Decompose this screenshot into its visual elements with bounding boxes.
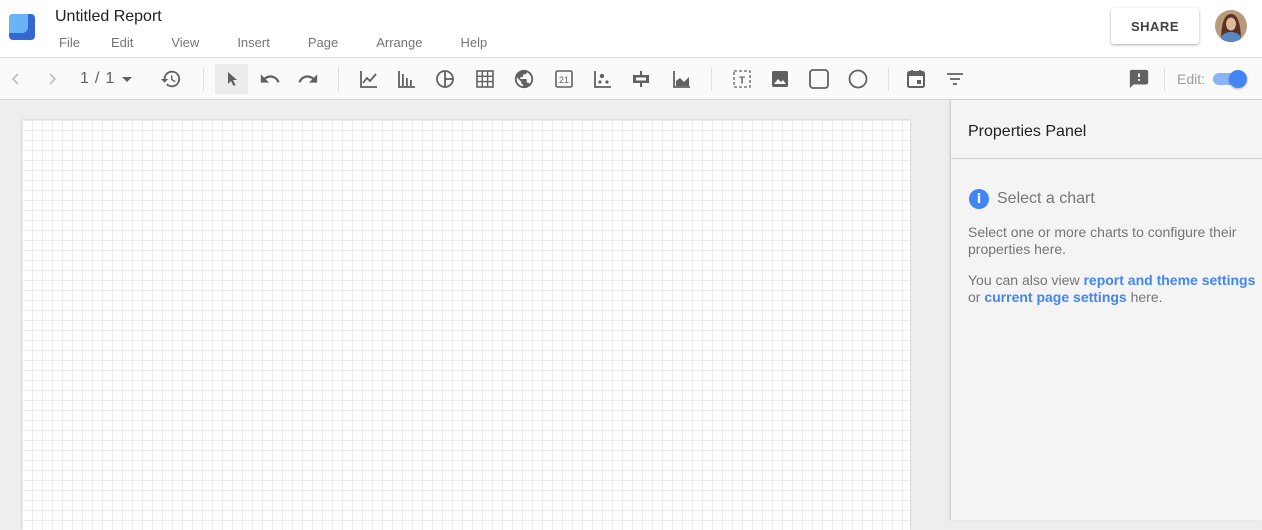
settings-text-prefix: You can also view — [968, 272, 1084, 288]
menu-insert[interactable]: Insert — [237, 35, 270, 50]
table-icon — [475, 69, 495, 89]
add-bullet-chart-button[interactable] — [627, 58, 655, 100]
circle-icon — [847, 68, 869, 90]
chevron-right-icon — [47, 71, 59, 87]
menu-arrange[interactable]: Arrange — [376, 35, 422, 50]
redo-icon — [297, 68, 319, 90]
caret-down-icon[interactable] — [122, 70, 133, 88]
version-history-button[interactable] — [157, 58, 185, 100]
edit-mode-toggle[interactable] — [1211, 70, 1249, 88]
undo-button[interactable] — [256, 58, 284, 100]
add-area-chart-button[interactable] — [668, 58, 696, 100]
add-time-series-button[interactable] — [355, 58, 383, 100]
properties-panel: Properties Panel i Select a chart Select… — [950, 100, 1262, 520]
panel-settings-links: You can also view report and theme setti… — [968, 272, 1258, 306]
add-image-button[interactable] — [766, 58, 794, 100]
feedback-icon — [1128, 68, 1150, 90]
pie-chart-icon — [435, 69, 455, 89]
feedback-button[interactable] — [1125, 58, 1153, 100]
rectangle-icon — [808, 68, 830, 90]
add-pie-chart-button[interactable] — [431, 58, 459, 100]
bullet-chart-icon — [631, 69, 651, 89]
filter-icon — [945, 69, 965, 89]
menu-edit[interactable]: Edit — [111, 35, 133, 50]
info-title: Select a chart — [997, 190, 1095, 207]
data-studio-logo-icon[interactable] — [9, 14, 35, 40]
menu-page[interactable]: Page — [308, 35, 338, 50]
panel-title: Properties Panel — [968, 123, 1087, 140]
toolbar: 1 / 1 21 T Edit: — [0, 58, 1262, 100]
toolbar-divider — [1164, 67, 1165, 91]
area-chart-icon — [672, 69, 692, 89]
toolbar-divider — [203, 67, 204, 91]
report-title[interactable]: Untitled Report — [55, 8, 162, 26]
text-box-icon: T — [732, 69, 752, 89]
add-circle-button[interactable] — [844, 58, 872, 100]
globe-icon — [513, 68, 535, 90]
calendar-icon — [906, 69, 926, 89]
toggle-knob — [1229, 70, 1247, 88]
info-icon: i — [969, 189, 989, 209]
report-workspace — [0, 100, 950, 530]
select-chart-hint: i Select a chart — [969, 189, 1095, 209]
add-table-button[interactable] — [471, 58, 499, 100]
current-page: 1 — [80, 70, 89, 87]
panel-divider — [951, 158, 1262, 159]
add-scorecard-button[interactable]: 21 — [550, 58, 578, 100]
report-theme-settings-link[interactable]: report and theme settings — [1083, 272, 1255, 288]
add-text-button[interactable]: T — [728, 58, 756, 100]
report-canvas[interactable] — [22, 120, 910, 530]
bar-chart-icon — [397, 69, 417, 89]
select-tool-button[interactable] — [215, 64, 248, 94]
page-separator: / — [94, 70, 100, 87]
chevron-left-icon — [9, 71, 21, 87]
scorecard-icon: 21 — [554, 69, 574, 89]
image-icon — [770, 69, 790, 89]
current-page-settings-link[interactable]: current page settings — [984, 289, 1126, 305]
add-bar-chart-button[interactable] — [393, 58, 421, 100]
add-geo-map-button[interactable] — [510, 58, 538, 100]
prev-page-button[interactable] — [4, 58, 26, 100]
menu-file[interactable]: File — [59, 35, 80, 50]
scatter-chart-icon — [593, 69, 613, 89]
panel-description: Select one or more charts to configure t… — [968, 224, 1237, 257]
menu-view[interactable]: View — [171, 35, 199, 50]
toolbar-divider — [338, 67, 339, 91]
menu-help[interactable]: Help — [460, 35, 487, 50]
user-avatar[interactable] — [1215, 10, 1247, 42]
toolbar-divider — [711, 67, 712, 91]
line-chart-icon — [359, 69, 379, 89]
total-pages: 1 — [105, 70, 115, 87]
add-filter-control-button[interactable] — [941, 58, 969, 100]
toolbar-divider — [888, 67, 889, 91]
settings-text-mid: or — [968, 289, 985, 305]
history-icon — [160, 68, 182, 90]
edit-mode-label: Edit: — [1177, 71, 1206, 87]
menu-bar: File Edit View Insert Page Arrange Help — [59, 35, 487, 50]
app-header: Untitled Report File Edit View Insert Pa… — [0, 0, 1262, 58]
undo-icon — [259, 68, 281, 90]
svg-text:21: 21 — [559, 75, 569, 85]
next-page-button[interactable] — [42, 58, 64, 100]
cursor-icon — [225, 71, 239, 87]
settings-text-suffix: here. — [1126, 289, 1163, 305]
add-rectangle-button[interactable] — [805, 58, 833, 100]
add-date-range-button[interactable] — [902, 58, 930, 100]
svg-text:T: T — [739, 76, 745, 87]
add-scatter-chart-button[interactable] — [589, 58, 617, 100]
redo-button[interactable] — [294, 58, 322, 100]
share-button[interactable]: SHARE — [1111, 8, 1199, 44]
page-selector[interactable]: 1 / 1 — [80, 58, 133, 100]
